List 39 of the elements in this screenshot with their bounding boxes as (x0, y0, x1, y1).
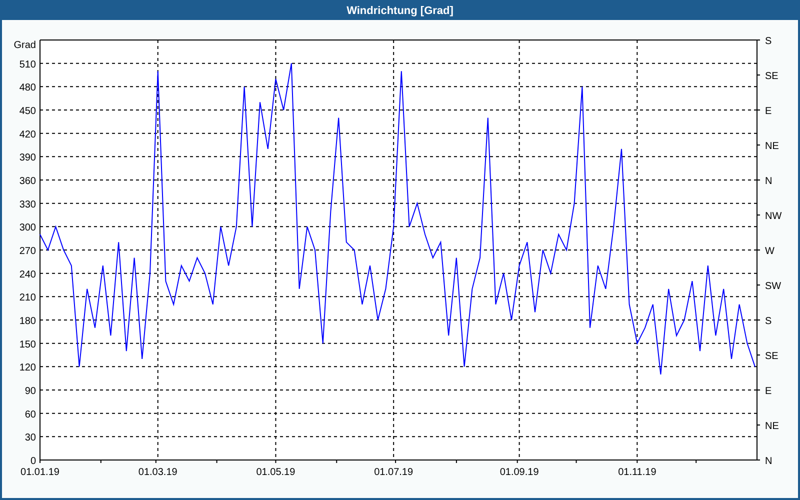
x-tick-label: 01.05.19 (256, 467, 296, 478)
window-title: Windrichtung [Grad] (346, 4, 454, 19)
y-tick-label: 180 (19, 316, 36, 327)
y-tick-label: 300 (19, 222, 36, 234)
compass-label: SE (765, 351, 778, 362)
x-tick-label: 01.03.19 (138, 467, 178, 478)
x-tick-label: 01.09.19 (500, 467, 539, 478)
y-tick-label: 450 (19, 106, 36, 117)
compass-label: S (765, 316, 772, 327)
y-tick-label: 390 (19, 152, 36, 164)
y-tick-label: 120 (19, 362, 36, 374)
x-tick-label: 01.11.19 (618, 467, 656, 478)
x-tick-label: 01.07.19 (374, 467, 414, 478)
y-tick-label: 330 (19, 199, 36, 210)
y-tick-label: 240 (19, 269, 36, 280)
y-tick-label: 270 (19, 246, 36, 257)
y-tick-label: 210 (19, 292, 36, 304)
y-tick-label: 150 (19, 339, 36, 350)
compass-label: S (765, 36, 772, 47)
compass-label: SW (765, 281, 782, 292)
y-axis-title: Grad (14, 40, 36, 51)
y-tick-label: 480 (19, 82, 36, 94)
y-tick-label: 420 (19, 129, 36, 140)
y-tick-label: 60 (24, 409, 36, 420)
y-tick-label: 360 (19, 176, 36, 187)
compass-label: E (765, 106, 772, 117)
y-tick-label: 30 (24, 432, 36, 444)
compass-label: N (765, 176, 772, 187)
y-tick-label: 0 (30, 456, 36, 467)
compass-label: W (765, 246, 774, 257)
compass-label: NE (765, 421, 779, 432)
y-tick-label: 90 (24, 386, 36, 397)
compass-label: NW (765, 211, 782, 222)
compass-label: SE (765, 71, 778, 82)
y-tick-label: 510 (19, 59, 36, 70)
compass-label: N (765, 456, 772, 467)
compass-label: NE (765, 141, 779, 152)
compass-label: E (765, 386, 772, 397)
x-tick-label: 01.01.19 (20, 467, 60, 478)
